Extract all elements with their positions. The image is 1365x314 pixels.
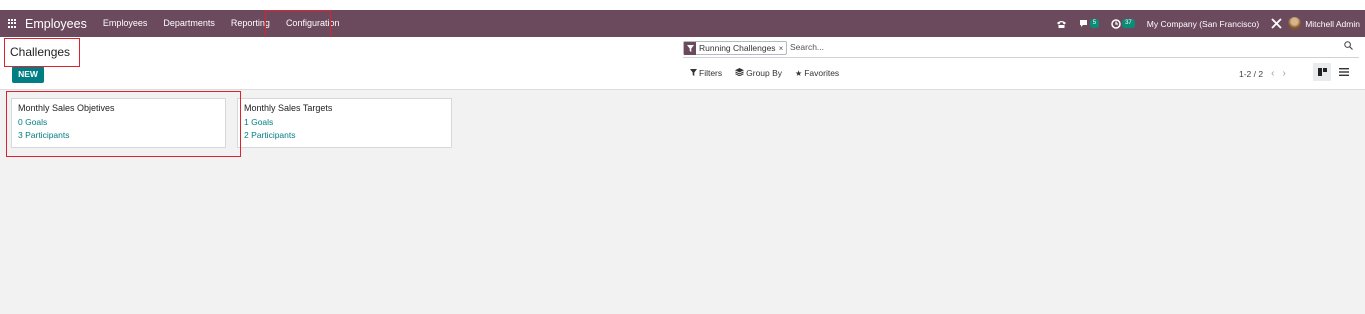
- layers-icon: [735, 68, 745, 78]
- top-strip: [0, 0, 1365, 10]
- pager: 1-2 / 2 ‹ ›: [1239, 68, 1286, 79]
- pager-value[interactable]: 1-2 / 2: [1239, 69, 1263, 79]
- search-icon[interactable]: [1344, 41, 1353, 53]
- activities-badge: 37: [1122, 19, 1135, 28]
- card-goals-link[interactable]: 1 Goals: [244, 116, 445, 129]
- filters-toggle[interactable]: Filters: [690, 68, 722, 78]
- app-brand[interactable]: Employees: [25, 17, 87, 31]
- user-name: Mitchell Admin: [1305, 18, 1360, 29]
- search-input[interactable]: Search...: [790, 42, 1290, 52]
- card-title: Monthly Sales Targets: [244, 103, 333, 113]
- star-icon: ★: [795, 68, 803, 78]
- new-button[interactable]: NEW: [12, 66, 44, 83]
- user-menu[interactable]: Mitchell Admin: [1288, 17, 1360, 30]
- messages-icon[interactable]: 5: [1079, 19, 1100, 28]
- menu-employees[interactable]: Employees: [95, 10, 156, 37]
- debug-tools-icon[interactable]: [1271, 18, 1282, 29]
- navbar: Employees Employees Departments Reportin…: [0, 10, 1365, 37]
- list-view-button[interactable]: [1336, 63, 1352, 81]
- card-participants-link[interactable]: 2 Participants: [244, 129, 445, 142]
- chevron-right-icon[interactable]: ›: [1282, 68, 1285, 79]
- group-by-toggle[interactable]: Group By: [735, 68, 782, 78]
- avatar: [1288, 17, 1302, 30]
- highlight-card: [6, 91, 241, 157]
- search-bar: Running Challenges × Search...: [683, 40, 1359, 58]
- systray: 5 37 My Company (San Francisco) Mitchell…: [1050, 10, 1365, 37]
- favorites-label: Favorites: [804, 68, 840, 78]
- app-menu-icon[interactable]: [8, 18, 18, 29]
- highlight-title: [4, 38, 80, 67]
- kanban-view-button[interactable]: [1313, 63, 1331, 81]
- filter-icon: [684, 41, 696, 55]
- favorites-toggle[interactable]: ★ Favorites: [795, 68, 839, 78]
- control-panel: Challenges NEW Running Challenges × Sear…: [0, 37, 1365, 90]
- kanban-icon: [1317, 68, 1327, 76]
- company-switcher[interactable]: My Company (San Francisco): [1147, 19, 1259, 29]
- search-facet: Running Challenges ×: [683, 41, 788, 55]
- facet-label: Running Challenges: [699, 43, 776, 53]
- group-by-label: Group By: [746, 68, 783, 78]
- activities-icon[interactable]: 37: [1111, 18, 1135, 29]
- list-icon: [1339, 68, 1349, 76]
- search-options: Filters Group By ★ Favorites: [690, 68, 852, 78]
- menu-departments[interactable]: Departments: [155, 10, 223, 37]
- challenge-card[interactable]: Monthly Sales Targets 1 Goals 2 Particip…: [237, 98, 452, 148]
- chevron-left-icon[interactable]: ‹: [1271, 68, 1274, 79]
- messages-badge: 5: [1089, 19, 1100, 28]
- facet-remove-icon[interactable]: ×: [779, 44, 787, 53]
- phone-icon[interactable]: [1056, 19, 1067, 29]
- filter-icon: [690, 68, 697, 78]
- filters-label: Filters: [699, 68, 723, 78]
